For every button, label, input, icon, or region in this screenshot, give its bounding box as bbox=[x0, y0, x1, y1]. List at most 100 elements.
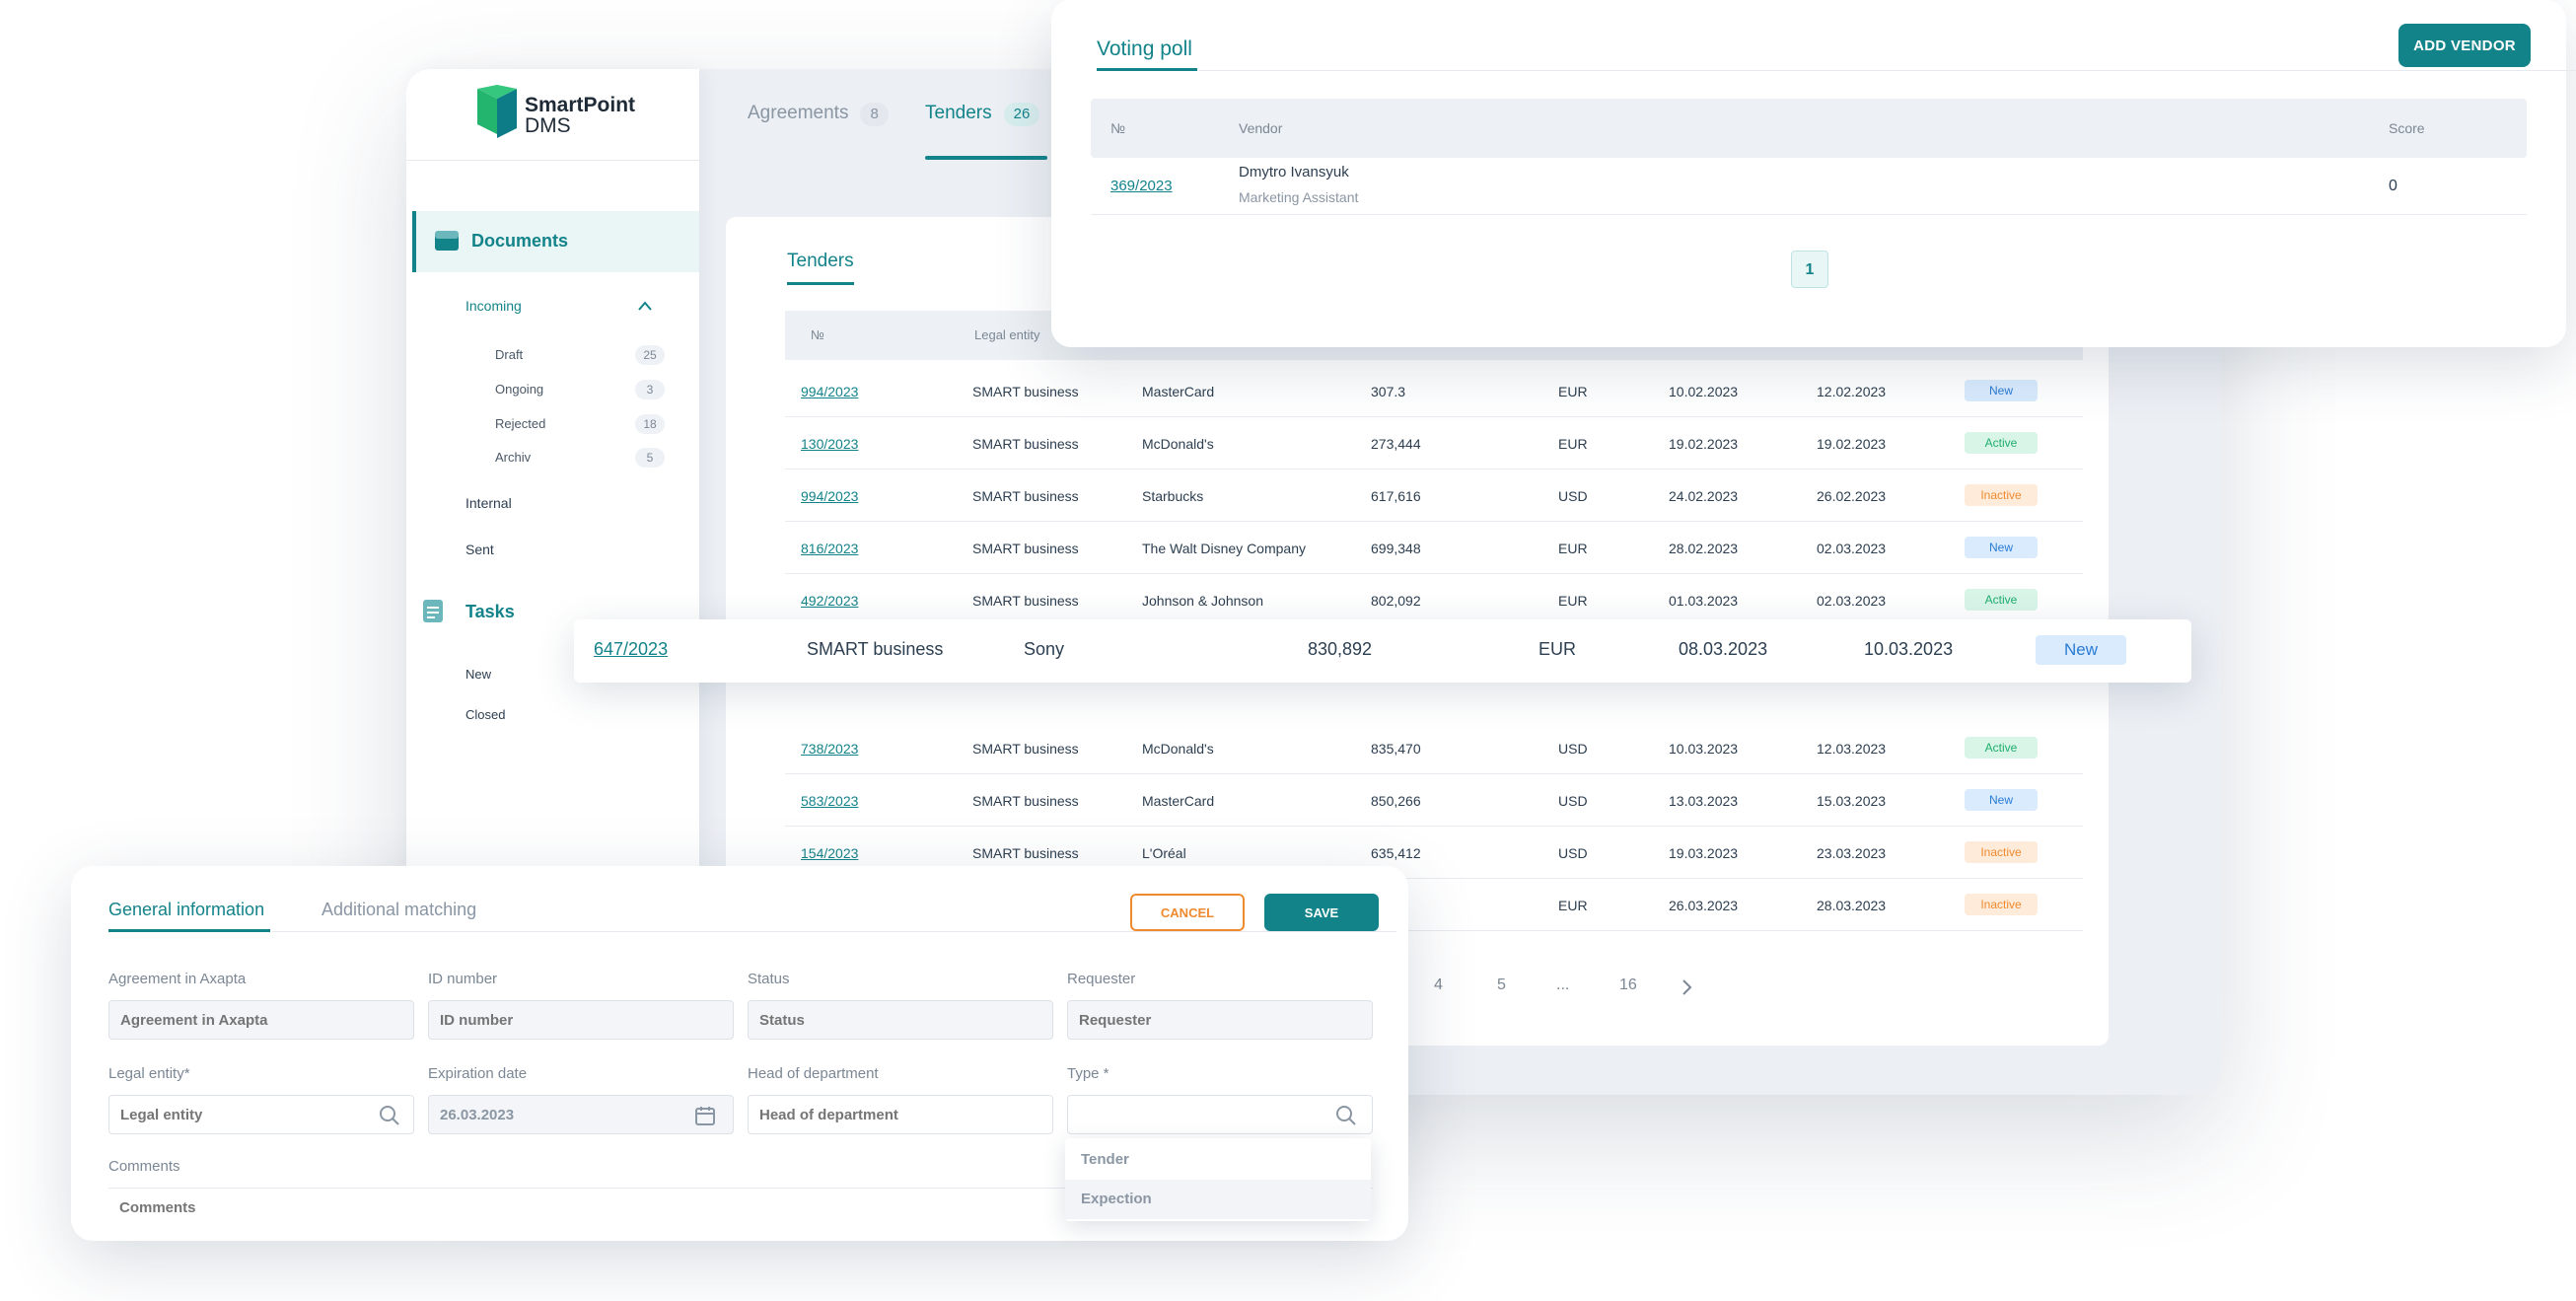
page-button[interactable]: 5 bbox=[1497, 976, 1506, 994]
agreement-label: Agreement in Axapta bbox=[108, 971, 247, 987]
add-vendor-button[interactable]: ADD VENDOR bbox=[2398, 24, 2531, 67]
logo-icon bbox=[477, 85, 517, 138]
amount-cell: 273,444 bbox=[1371, 436, 1421, 452]
tender-number-link[interactable]: 994/2023 bbox=[801, 384, 858, 399]
currency-cell: USD bbox=[1558, 845, 1588, 861]
calendar-icon[interactable] bbox=[694, 1105, 716, 1126]
col-score: Score bbox=[2389, 120, 2425, 136]
table-row[interactable]: 994/2023 SMART business MasterCard 307.3 EUR… bbox=[785, 365, 2083, 417]
tender-number-link[interactable]: 130/2023 bbox=[801, 436, 858, 452]
status-badge: Inactive bbox=[1965, 484, 2038, 506]
table-row[interactable]: 130/2023 SMART business McDonald's 273,444 E… bbox=[785, 417, 2083, 470]
tender-number-link[interactable]: 154/2023 bbox=[801, 845, 858, 861]
col-legal-entity: Legal entity bbox=[974, 327, 1040, 342]
tender-number-link[interactable]: 492/2023 bbox=[801, 593, 858, 609]
table-row[interactable]: 994/2023 SMART business Starbucks 617,616 US… bbox=[785, 470, 2083, 522]
currency-cell: USD bbox=[1558, 793, 1588, 809]
tender-number-link[interactable]: 738/2023 bbox=[801, 741, 858, 757]
poll-divider bbox=[1199, 70, 2576, 71]
page-button[interactable]: 16 bbox=[1619, 976, 1637, 994]
expiration-date-field[interactable] bbox=[428, 1095, 734, 1134]
sidebar-item-sent[interactable]: Sent bbox=[465, 542, 494, 557]
tab-additional-matching[interactable]: Additional matching bbox=[322, 900, 476, 920]
status-badge: Inactive bbox=[1965, 894, 2038, 915]
amount-cell: 699,348 bbox=[1371, 541, 1421, 556]
end-date-cell: 19.02.2023 bbox=[1817, 436, 1887, 452]
tender-number-link[interactable]: 816/2023 bbox=[801, 541, 858, 556]
sidebar-item-incoming[interactable]: Incoming bbox=[465, 298, 673, 320]
col-number: № bbox=[1110, 120, 1126, 136]
start-date-cell: 24.02.2023 bbox=[1669, 488, 1739, 504]
chevron-right-icon[interactable] bbox=[1679, 978, 1694, 996]
sidebar-item-tasks-closed[interactable]: Closed bbox=[465, 707, 505, 722]
tab-general-information[interactable]: General information bbox=[108, 900, 264, 920]
sidebar-item-draft[interactable]: Draft 25 bbox=[495, 345, 665, 365]
tenders-title: Tenders bbox=[787, 251, 854, 271]
legal-entity-cell: SMART business bbox=[972, 845, 1079, 861]
end-date-cell: 15.03.2023 bbox=[1817, 793, 1887, 809]
amount-cell: 635,412 bbox=[1371, 845, 1421, 861]
sidebar-item-label: Archiv bbox=[495, 450, 532, 465]
end-date-cell: 02.03.2023 bbox=[1817, 541, 1887, 556]
sidebar-item-documents[interactable]: Documents bbox=[412, 211, 699, 272]
chevron-up-icon[interactable] bbox=[637, 300, 653, 312]
tab-tenders[interactable]: Tenders 26 bbox=[925, 103, 1040, 126]
sidebar-item-tasks[interactable]: Tasks bbox=[422, 598, 515, 628]
logo: SmartPoint DMS bbox=[475, 85, 643, 146]
requester-field[interactable] bbox=[1067, 1000, 1373, 1040]
agreement-field[interactable] bbox=[108, 1000, 414, 1040]
status-badge: Active bbox=[1965, 432, 2038, 454]
legal-entity-cell: SMART business bbox=[972, 541, 1079, 556]
search-icon[interactable] bbox=[1335, 1105, 1357, 1126]
start-date-cell: 19.02.2023 bbox=[1669, 436, 1739, 452]
table-row[interactable]: 816/2023 SMART business The Walt Disney Co… bbox=[785, 522, 2083, 574]
vendor-cell: Sony bbox=[1024, 639, 1065, 659]
tab-agreements[interactable]: Agreements 8 bbox=[748, 103, 889, 126]
sidebar-item-archiv[interactable]: Archiv 5 bbox=[495, 448, 665, 468]
amount-cell: 307.3 bbox=[1371, 384, 1406, 399]
end-date-cell: 12.03.2023 bbox=[1817, 741, 1887, 757]
vendor-cell: MasterCard bbox=[1142, 793, 1215, 809]
type-field[interactable] bbox=[1067, 1095, 1373, 1134]
save-button[interactable]: SAVE bbox=[1264, 894, 1379, 931]
head-department-field[interactable] bbox=[748, 1095, 1053, 1134]
status-field[interactable] bbox=[748, 1000, 1053, 1040]
type-option-tender[interactable]: Tender bbox=[1065, 1140, 1371, 1180]
tab-agreements-count: 8 bbox=[860, 103, 889, 126]
table-row[interactable]: 738/2023 SMART business McDonald's 835,470 U… bbox=[785, 722, 2083, 774]
vendor-cell: The Walt Disney Company bbox=[1142, 541, 1306, 556]
search-icon[interactable] bbox=[379, 1105, 400, 1126]
vendor-name: Dmytro Ivansyuk bbox=[1239, 164, 1349, 181]
end-date-cell: 23.03.2023 bbox=[1817, 845, 1887, 861]
legal-entity-cell: SMART business bbox=[972, 593, 1079, 609]
type-option-expection[interactable]: Expection bbox=[1065, 1180, 1371, 1219]
poll-number-link[interactable]: 369/2023 bbox=[1110, 178, 1173, 194]
vendor-cell: L'Oréal bbox=[1142, 845, 1186, 861]
comments-label: Comments bbox=[108, 1158, 180, 1175]
table-row[interactable]: 583/2023 SMART business MasterCard 850,266 U… bbox=[785, 774, 2083, 827]
id-number-field[interactable] bbox=[428, 1000, 734, 1040]
count-badge: 18 bbox=[635, 414, 665, 434]
sidebar-item-ongoing[interactable]: Ongoing 3 bbox=[495, 380, 665, 399]
tender-number-link[interactable]: 994/2023 bbox=[801, 488, 858, 504]
start-date-cell: 10.02.2023 bbox=[1669, 384, 1739, 399]
amount-cell: 835,470 bbox=[1371, 741, 1421, 757]
sidebar-item-tasks-new[interactable]: New bbox=[465, 667, 491, 682]
end-date-cell: 10.03.2023 bbox=[1864, 639, 1954, 659]
legal-entity-label: Legal entity* bbox=[108, 1065, 190, 1082]
vendor-cell: McDonald's bbox=[1142, 741, 1214, 757]
poll-title[interactable]: Voting poll bbox=[1097, 37, 1192, 61]
tender-number-link[interactable]: 583/2023 bbox=[801, 793, 858, 809]
sidebar-item-rejected[interactable]: Rejected 18 bbox=[495, 414, 665, 434]
legal-entity-field[interactable] bbox=[108, 1095, 414, 1134]
page-button-active[interactable]: 1 bbox=[1791, 251, 1828, 288]
tender-number-link[interactable]: 647/2023 bbox=[594, 639, 668, 660]
sidebar-item-internal[interactable]: Internal bbox=[465, 495, 512, 511]
expiration-date-label: Expiration date bbox=[428, 1065, 528, 1082]
table-row[interactable]: 369/2023 Dmytro Ivansyuk Marketing Assis… bbox=[1091, 158, 2527, 215]
page-button[interactable]: 4 bbox=[1434, 976, 1443, 994]
cancel-button[interactable]: CANCEL bbox=[1130, 894, 1245, 931]
currency-cell: USD bbox=[1558, 488, 1588, 504]
highlighted-table-row[interactable]: 647/2023 SMART business Sony 830,892 EUR… bbox=[574, 619, 2191, 683]
brand-name: SmartPoint DMS bbox=[525, 94, 636, 137]
